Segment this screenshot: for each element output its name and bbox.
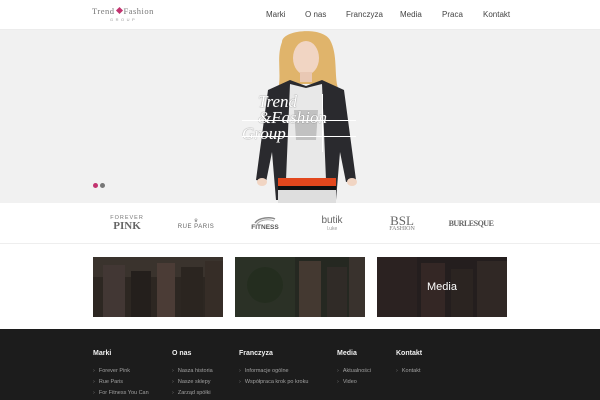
footer-link-informacje-ogolne[interactable]: Informacje ogólne (239, 366, 308, 377)
brand-forever-pink-main: PINK (113, 220, 141, 232)
footer-heading-o-nas: O nas (172, 350, 192, 357)
hero-title-rule-vertical (322, 94, 323, 152)
nav-item-media[interactable]: Media (400, 10, 422, 19)
footer-link-video[interactable]: Video (337, 377, 371, 388)
tile-franczyza[interactable] (235, 257, 365, 317)
tile-media-label: Media (427, 281, 457, 293)
logo-word-trend: Trend (92, 6, 115, 16)
nav-item-franczyza[interactable]: Franczyza (346, 10, 383, 19)
logo-subtitle: GROUP (110, 17, 138, 22)
brand-logo-fitness[interactable]: FITNESS (244, 203, 286, 244)
nav-item-kontakt[interactable]: Kontakt (483, 10, 510, 19)
brand-logo-rue-paris[interactable]: ♛ RUE PARIS (172, 203, 220, 244)
brand-logo-burlesque[interactable]: BURLESQUE (446, 203, 496, 244)
hero-title-line3: Group (242, 124, 286, 143)
footer-heading-kontakt: Kontakt (396, 350, 423, 357)
logo-wordmark: Trend Fashion (92, 6, 154, 16)
slider-dot-active[interactable] (93, 183, 98, 188)
site-header: Trend Fashion GROUP Marki O nas Franczyza… (0, 0, 600, 30)
footer-column-media: Media Aktualności Video (337, 350, 371, 388)
hero-slider[interactable]: Trend &Fashion Group (0, 30, 600, 203)
footer-column-franczyza: Franczyza Informacje ogólne Współpraca k… (239, 350, 308, 388)
brand-butik-main: butik (321, 215, 343, 226)
footer-link-aktualnosci[interactable]: Aktualności (337, 366, 371, 377)
brand-fitness-swoosh-icon (254, 217, 276, 224)
footer-heading-media: Media (337, 350, 357, 357)
footer-link-nasze-sklepy[interactable]: Nasze sklepy (172, 377, 213, 388)
footer-heading-franczyza: Franczyza (239, 350, 273, 357)
brand-bsl-sub: FASHION (389, 226, 415, 232)
hero-title-rule-top (242, 120, 356, 121)
site-footer: Marki Forever Pink Rue Paris For Fitness… (0, 329, 600, 400)
brand-logo-bsl-fashion[interactable]: BSL FASHION (382, 203, 422, 244)
footer-heading-marki: Marki (93, 350, 112, 357)
footer-link-for-fitness[interactable]: For Fitness You Can (93, 388, 149, 399)
brand-butik-sub: l.uke (326, 226, 338, 232)
brand-rue-paris-text: RUE PARIS (177, 223, 215, 230)
footer-link-rue-paris[interactable]: Rue Paris (93, 377, 149, 388)
footer-column-kontakt: Kontakt Kontakt (396, 350, 422, 377)
tile-franczyza-label (235, 257, 365, 317)
tile-marki[interactable] (93, 257, 223, 317)
nav-item-marki[interactable]: Marki (266, 10, 286, 19)
brands-strip: FOREVER PINK ♛ RUE PARIS FITNESS butik l… (0, 203, 600, 244)
hero-title-rule-bottom (242, 136, 356, 137)
tile-media[interactable]: Media (377, 257, 507, 317)
footer-link-kontakt[interactable]: Kontakt (396, 366, 422, 377)
brand-fitness-text: FITNESS (251, 224, 279, 231)
nav-item-praca[interactable]: Praca (442, 10, 463, 19)
footer-link-nasza-historia[interactable]: Nasza historia (172, 366, 213, 377)
brand-bsl-main: BSL (390, 213, 414, 228)
slider-dot-inactive[interactable] (100, 183, 105, 188)
footer-link-forever-pink[interactable]: Forever Pink (93, 366, 149, 377)
tile-marki-label (93, 257, 223, 317)
nav-item-o-nas[interactable]: O nas (305, 10, 326, 19)
hero-title: Trend &Fashion Group (242, 93, 327, 143)
footer-link-wspolpraca[interactable]: Współpraca krok po kroku (239, 377, 309, 388)
footer-link-zarzad-spolki[interactable]: Zarząd spółki (172, 388, 213, 399)
site-logo[interactable]: Trend Fashion GROUP (92, 6, 162, 24)
brand-logo-forever-pink[interactable]: FOREVER PINK (100, 203, 154, 244)
logo-diamond-icon (115, 6, 123, 15)
footer-column-o-nas: O nas Nasza historia Nasze sklepy Zarząd… (172, 350, 213, 399)
brand-logo-butik[interactable]: butik l.uke (312, 203, 352, 244)
brand-burlesque-text: BURLESQUE (448, 219, 494, 228)
footer-column-marki: Marki Forever Pink Rue Paris For Fitness… (93, 350, 149, 399)
logo-word-fashion: Fashion (123, 6, 154, 16)
